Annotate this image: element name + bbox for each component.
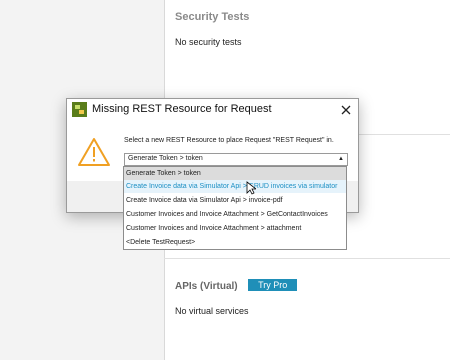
resource-select-value: Generate Token > token [128,155,203,162]
chevron-up-icon[interactable]: ▲ [338,156,344,162]
dialog-prompt: Select a new REST Resource to place Requ… [124,137,334,144]
apis-virtual-title: APIs (Virtual) [175,281,238,292]
dialog-title: Missing REST Resource for Request [92,103,272,115]
resource-select[interactable]: Generate Token > token ▲ [124,153,348,166]
warning-triangle-icon [77,137,111,172]
app-logo-icon [72,102,87,117]
apis-virtual-empty-text: No virtual services [175,306,249,316]
resource-dropdown-list: Generate Token > token Create Invoice da… [123,166,347,250]
dropdown-item[interactable]: Customer Invoices and Invoice Attachment… [124,222,346,235]
close-icon [341,105,351,115]
dropdown-item[interactable]: Create Invoice data via Simulator Api > … [124,180,346,193]
dropdown-item[interactable]: <Delete TestRequest> [124,236,346,249]
panel-divider [164,258,450,259]
close-button[interactable] [336,100,356,120]
dropdown-item[interactable]: Customer Invoices and Invoice Attachment… [124,208,346,221]
dropdown-item[interactable]: Create Invoice data via Simulator Api > … [124,194,346,207]
dialog-titlebar[interactable]: Missing REST Resource for Request [67,99,358,121]
try-pro-button[interactable]: Try Pro [248,278,298,291]
apis-virtual-section: APIs (Virtual) Try Pro No virtual servic… [175,276,445,316]
security-tests-title: Security Tests [175,11,250,23]
mouse-pointer-icon [246,181,258,200]
security-tests-section: Security Tests No security tests [175,11,445,47]
dropdown-item[interactable]: Generate Token > token [124,167,346,180]
security-tests-empty-text: No security tests [175,37,242,47]
